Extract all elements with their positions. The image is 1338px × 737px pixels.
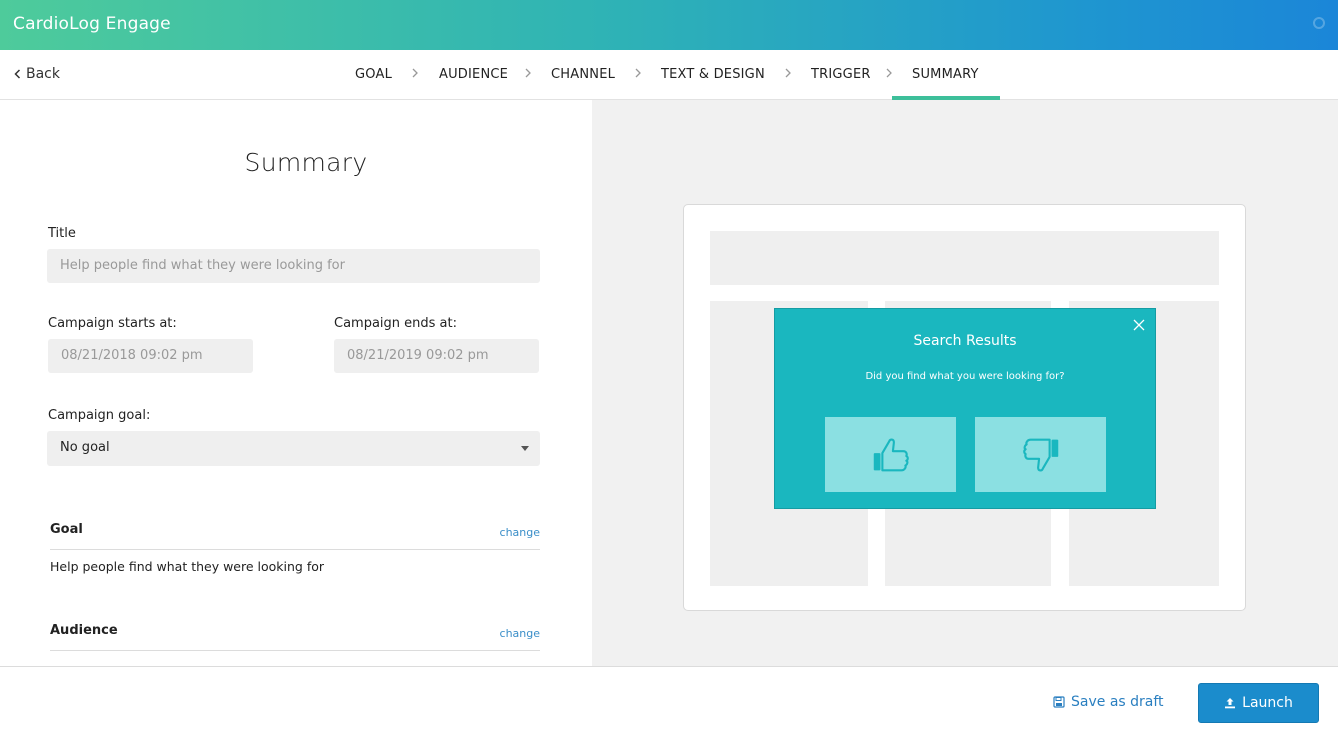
- end-date-input[interactable]: 08/21/2019 09:02 pm: [334, 339, 539, 373]
- close-icon[interactable]: [1132, 318, 1146, 332]
- upload-icon: [1225, 698, 1236, 709]
- save-draft-button[interactable]: Save as draft: [1053, 694, 1164, 710]
- mockup-header-block: [710, 231, 1219, 285]
- app-title: CardioLog Engage: [13, 14, 171, 34]
- step-audience[interactable]: AUDIENCE: [439, 67, 508, 82]
- goal-select-label: Campaign goal:: [48, 408, 151, 423]
- audience-section-header: Audience change: [50, 623, 540, 651]
- start-date-input[interactable]: 08/21/2018 09:02 pm: [48, 339, 253, 373]
- step-summary[interactable]: SUMMARY: [912, 67, 979, 82]
- step-channel[interactable]: CHANNEL: [551, 67, 615, 82]
- title-label: Title: [48, 226, 76, 241]
- footer-bar: Save as draft Launch: [0, 666, 1338, 737]
- caret-down-icon: [521, 446, 529, 451]
- step-goal[interactable]: GOAL: [355, 67, 392, 82]
- save-draft-label: Save as draft: [1071, 694, 1164, 710]
- step-trigger[interactable]: TRIGGER: [811, 67, 871, 82]
- chevron-right-icon: [785, 68, 791, 78]
- thumbs-up-icon: [873, 437, 909, 471]
- wizard-steps: GOAL AUDIENCE CHANNEL TEXT & DESIGN TRIG…: [0, 50, 1338, 100]
- goal-section-heading: Goal: [50, 522, 83, 537]
- preview-panel: Search Results Did you find what you wer…: [592, 100, 1338, 666]
- thumbs-down-icon: [1022, 438, 1058, 472]
- start-date-label: Campaign starts at:: [48, 316, 177, 331]
- goal-section-body: Help people find what they were looking …: [50, 559, 325, 574]
- thumbs-down-button[interactable]: [975, 417, 1106, 492]
- summary-panel: Summary Title Help people find what they…: [0, 100, 592, 666]
- thumbs-up-button[interactable]: [825, 417, 956, 492]
- page-title: Summary: [244, 148, 368, 177]
- popup-preview: Search Results Did you find what you wer…: [774, 308, 1156, 509]
- end-date-label: Campaign ends at:: [334, 316, 457, 331]
- popup-title: Search Results: [913, 333, 1017, 349]
- chevron-right-icon: [635, 68, 641, 78]
- popup-question: Did you find what you were looking for?: [865, 371, 1065, 382]
- audience-section-heading: Audience: [50, 623, 118, 638]
- goal-select[interactable]: No goal: [47, 431, 540, 466]
- chevron-right-icon: [886, 68, 892, 78]
- goal-change-link[interactable]: change: [500, 526, 540, 539]
- page-mockup: Search Results Did you find what you wer…: [683, 204, 1246, 611]
- audience-change-link[interactable]: change: [500, 627, 540, 640]
- goal-select-value: No goal: [60, 440, 110, 455]
- title-input[interactable]: Help people find what they were looking …: [47, 249, 540, 283]
- chevron-right-icon: [412, 68, 418, 78]
- save-icon: [1053, 696, 1065, 708]
- wizard-nav: Back GOAL AUDIENCE CHANNEL TEXT & DESIGN…: [0, 50, 1338, 100]
- launch-label: Launch: [1242, 695, 1293, 711]
- settings-icon[interactable]: [1312, 16, 1326, 30]
- chevron-right-icon: [525, 68, 531, 78]
- app-header: CardioLog Engage: [0, 0, 1338, 50]
- launch-button[interactable]: Launch: [1198, 683, 1319, 723]
- step-text-design[interactable]: TEXT & DESIGN: [661, 67, 765, 82]
- goal-section-header: Goal change: [50, 522, 540, 550]
